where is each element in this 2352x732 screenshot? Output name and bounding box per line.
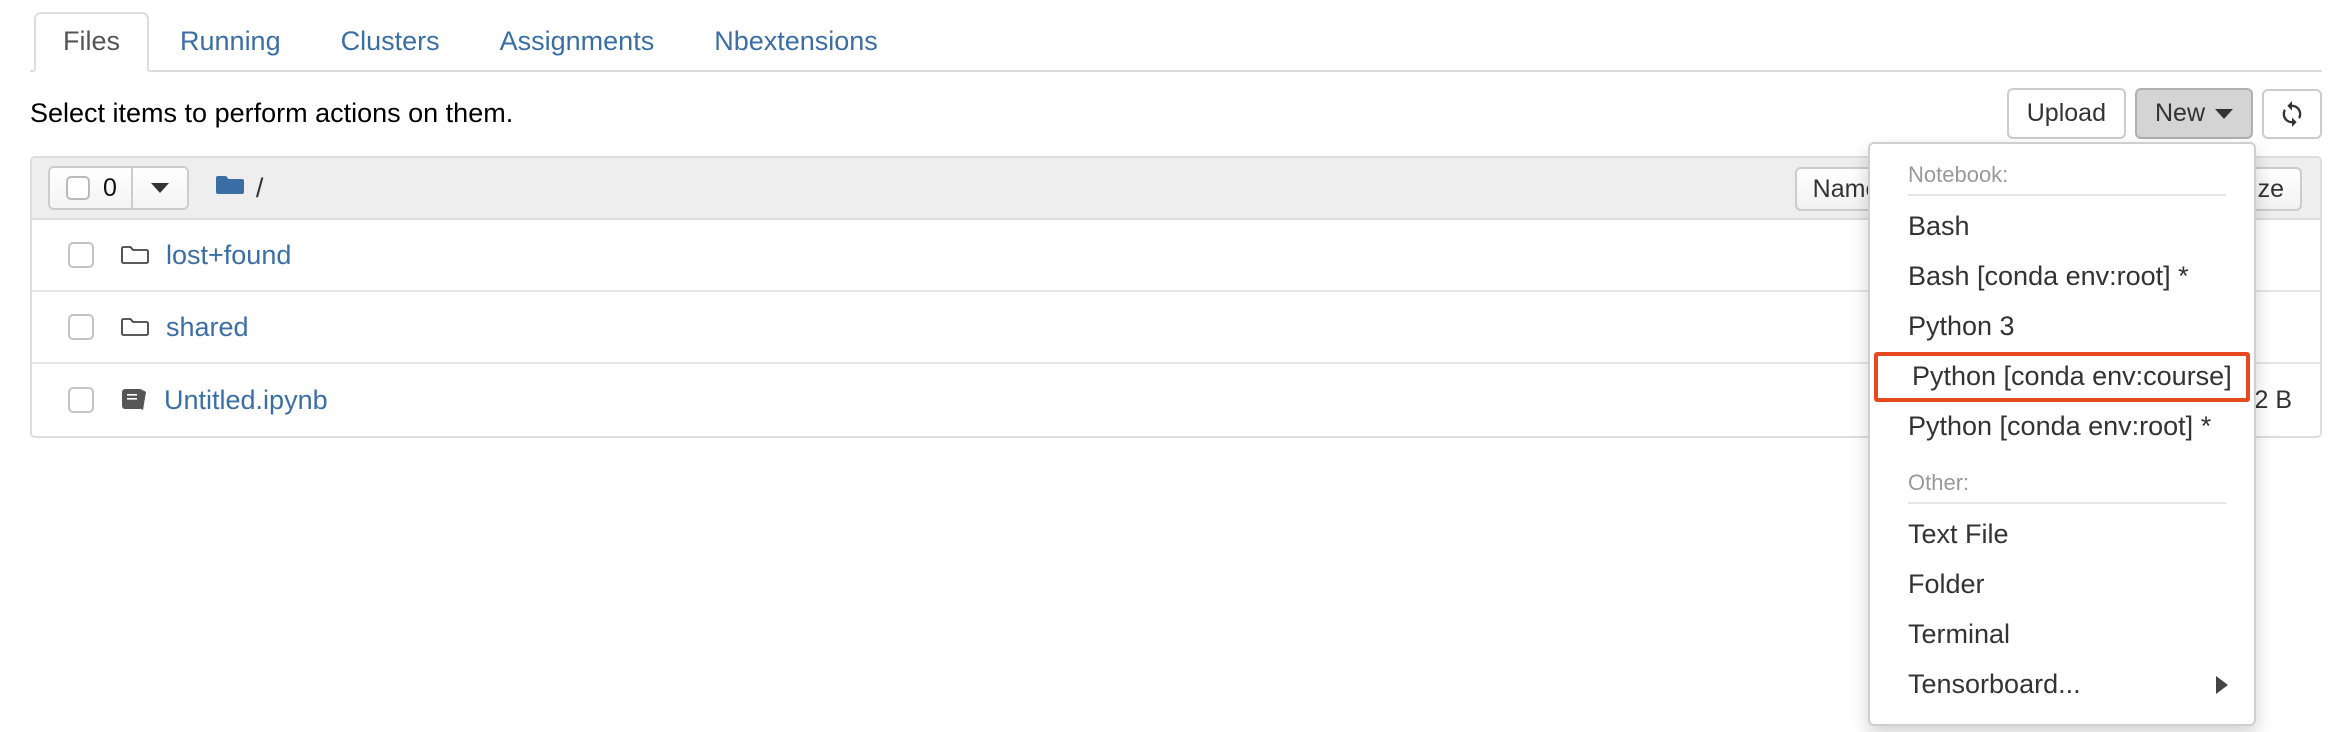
tab-files[interactable]: Files: [34, 12, 150, 72]
menu-item-label: Terminal: [1908, 619, 2011, 649]
breadcrumb-root[interactable]: /: [256, 174, 264, 202]
other-section-label: Other:: [1908, 470, 1970, 495]
folder-outline-icon: [120, 315, 150, 339]
refresh-icon: [2278, 100, 2306, 128]
other-items-list: Text File Folder Terminal Tensorboard...: [1870, 510, 2254, 710]
select-all-group: 0: [48, 166, 189, 210]
breadcrumb: /: [215, 174, 264, 203]
refresh-button[interactable]: [2262, 88, 2322, 139]
chevron-down-icon: [2215, 108, 2233, 119]
tab-assignments[interactable]: Assignments: [471, 12, 684, 72]
new-button-label: New: [2154, 99, 2205, 127]
file-size: 2 B: [2254, 385, 2292, 414]
toolbar-buttons: Upload New: [2006, 88, 2322, 139]
section-divider: [1908, 502, 2226, 504]
upload-button[interactable]: Upload: [2006, 88, 2126, 139]
row-checkbox[interactable]: [68, 314, 94, 340]
row-checkbox[interactable]: [68, 242, 94, 268]
menu-item-kernel[interactable]: Python [conda env:course]: [1874, 352, 2250, 402]
tab-clusters[interactable]: Clusters: [312, 12, 469, 72]
new-dropdown-menu: Notebook: Bash Bash [conda env:root] * Pyt…: [1868, 142, 2256, 726]
file-link[interactable]: shared: [166, 313, 249, 341]
notebook-icon: [120, 387, 148, 413]
menu-item-kernel[interactable]: Bash [conda env:root] *: [1870, 252, 2254, 302]
file-link[interactable]: lost+found: [166, 241, 291, 269]
menu-item-kernel[interactable]: Python 3: [1870, 302, 2254, 352]
menu-item-kernel[interactable]: Bash: [1870, 202, 2254, 252]
menu-item-label: Tensorboard...: [1908, 669, 2081, 699]
selected-count: 0: [103, 173, 117, 202]
section-divider: [1908, 194, 2226, 196]
row-checkbox[interactable]: [68, 387, 94, 413]
tab-list: Files Running Clusters Assignments Nbextensi…: [30, 12, 2322, 72]
tab-nbextensions[interactable]: Nbextensions: [685, 12, 907, 72]
select-options-dropdown[interactable]: [132, 168, 187, 208]
menu-item-other[interactable]: Tensorboard...: [1870, 660, 2254, 710]
menu-spacer: [1870, 452, 2254, 466]
menu-item-kernel[interactable]: Python [conda env:root] *: [1870, 402, 2254, 452]
notebook-kernel-list: Bash Bash [conda env:root] * Python 3 Pytho…: [1870, 202, 2254, 452]
tab-bar: Files Running Clusters Assignments Nbextensi…: [30, 12, 2322, 72]
chevron-down-icon: [150, 183, 169, 193]
select-all-checkbox-cell[interactable]: 0: [50, 168, 133, 208]
new-button[interactable]: New: [2134, 88, 2253, 139]
file-link[interactable]: Untitled.ipynb: [164, 386, 328, 414]
menu-item-other[interactable]: Text File: [1870, 510, 2254, 560]
select-all-checkbox[interactable]: [66, 176, 90, 200]
folder-icon: [215, 174, 245, 203]
menu-item-other[interactable]: Folder: [1870, 560, 2254, 610]
tab-running[interactable]: Running: [151, 12, 310, 72]
notebook-section-label: Notebook:: [1908, 162, 2009, 187]
menu-item-label: Text File: [1908, 519, 2009, 549]
chevron-right-icon: [2216, 676, 2228, 694]
folder-outline-icon: [120, 243, 150, 267]
select-items-hint: Select items to perform actions on them.: [30, 98, 514, 128]
menu-item-label: Folder: [1908, 569, 1985, 599]
action-bar: Select items to perform actions on them.…: [30, 88, 2322, 144]
menu-item-other[interactable]: Terminal: [1870, 610, 2254, 660]
